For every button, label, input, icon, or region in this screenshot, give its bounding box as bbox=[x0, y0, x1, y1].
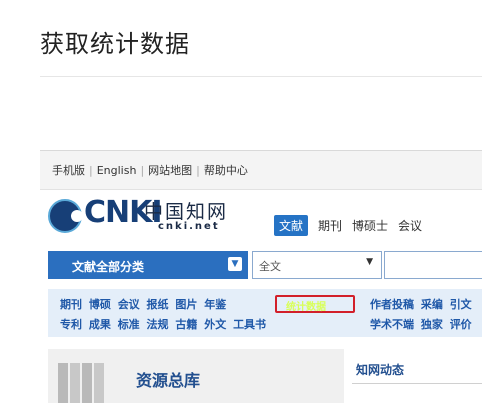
resource-foreign[interactable]: 外文 bbox=[204, 316, 226, 332]
logo-domain: cnki.net bbox=[158, 221, 220, 232]
title-divider bbox=[40, 76, 482, 77]
resource-journals[interactable]: 期刊 bbox=[60, 296, 82, 312]
resource-regulations[interactable]: 法规 bbox=[147, 316, 169, 332]
database-tabs: 文献 期刊 博硕士 会议 bbox=[274, 215, 432, 236]
page-title: 获取统计数据 bbox=[40, 30, 190, 58]
logo-chinese: 中国知网 bbox=[144, 201, 229, 223]
category-dropdown[interactable]: 文献全部分类 ▼ bbox=[48, 251, 248, 279]
search-row: 文献全部分类 ▼ 全文 ▼ bbox=[40, 251, 482, 281]
books-icon bbox=[58, 363, 104, 403]
search-scope-select[interactable]: 全文 ▼ bbox=[252, 251, 382, 279]
news-title[interactable]: 知网动态 bbox=[356, 361, 404, 378]
resource-ancient-books[interactable]: 古籍 bbox=[175, 316, 197, 332]
exclusive-link[interactable]: 独家 bbox=[421, 316, 443, 332]
resource-standards[interactable]: 标准 bbox=[118, 316, 140, 332]
chevron-down-icon[interactable]: ▼ bbox=[228, 257, 242, 271]
link-separator: | bbox=[140, 164, 145, 177]
link-separator: | bbox=[89, 164, 93, 177]
resource-row-2: 专利 成果 标准 法规 古籍 外文 工具书 bbox=[60, 316, 269, 332]
mobile-version-link[interactable]: 手机版 bbox=[52, 162, 85, 178]
sitemap-link[interactable]: 网站地图 bbox=[148, 162, 192, 178]
help-center-link[interactable]: 帮助中心 bbox=[204, 162, 248, 178]
resource-reference-books[interactable]: 工具书 bbox=[233, 316, 266, 332]
news-panel: 知网动态 bbox=[352, 349, 482, 403]
resource-right-row-2: 学术不端 独家 评价 bbox=[370, 316, 475, 332]
resource-patents[interactable]: 专利 bbox=[60, 316, 82, 332]
search-scope-value: 全文 bbox=[259, 260, 281, 273]
tab-theses[interactable]: 博硕士 bbox=[352, 217, 388, 234]
resource-row-1: 期刊 博硕 会议 报纸 图片 年鉴 bbox=[60, 296, 229, 312]
tab-literature[interactable]: 文献 bbox=[274, 215, 309, 236]
cnki-logo[interactable]: CNKI 中国知网 cnki.net bbox=[48, 195, 268, 235]
link-separator: | bbox=[196, 164, 200, 177]
search-input[interactable] bbox=[384, 251, 482, 279]
editing-link[interactable]: 采编 bbox=[421, 296, 443, 312]
academic-misconduct-link[interactable]: 学术不端 bbox=[370, 316, 414, 332]
top-links: 手机版 | English | 网站地图 | 帮助中心 bbox=[52, 162, 248, 178]
tab-conferences[interactable]: 会议 bbox=[398, 217, 422, 234]
resource-theses[interactable]: 博硕 bbox=[89, 296, 111, 312]
resource-yearbooks[interactable]: 年鉴 bbox=[204, 296, 226, 312]
resource-right-row-1: 作者投稿 采编 引文 bbox=[370, 296, 475, 312]
resource-images[interactable]: 图片 bbox=[175, 296, 197, 312]
news-divider bbox=[352, 383, 482, 384]
resource-type-bar: 期刊 博硕 会议 报纸 图片 年鉴 专利 成果 标准 法规 古籍 外文 工具书 … bbox=[48, 289, 482, 337]
cnki-screenshot: 手机版 | English | 网站地图 | 帮助中心 CNKI 中国知网 cnki.net… bbox=[40, 150, 482, 403]
evaluation-link[interactable]: 评价 bbox=[450, 316, 472, 332]
resource-library-panel[interactable]: 资源总库 bbox=[48, 349, 344, 403]
statistics-data-link[interactable]: 统计数据 bbox=[286, 298, 326, 313]
resource-achievements[interactable]: 成果 bbox=[89, 316, 111, 332]
top-links-bar: 手机版 | English | 网站地图 | 帮助中心 bbox=[40, 151, 482, 190]
resource-conferences[interactable]: 会议 bbox=[118, 296, 140, 312]
author-submission-link[interactable]: 作者投稿 bbox=[370, 296, 414, 312]
tab-journals[interactable]: 期刊 bbox=[318, 217, 342, 234]
logo-globe-icon bbox=[48, 199, 83, 233]
dropdown-arrow-icon: ▼ bbox=[366, 257, 373, 267]
resource-library-title: 资源总库 bbox=[136, 371, 201, 390]
citation-link[interactable]: 引文 bbox=[450, 296, 472, 312]
english-link[interactable]: English bbox=[97, 164, 137, 177]
category-label: 文献全部分类 bbox=[72, 260, 145, 274]
resource-newspapers[interactable]: 报纸 bbox=[147, 296, 169, 312]
statistics-data-highlight[interactable]: 统计数据 bbox=[275, 295, 355, 313]
